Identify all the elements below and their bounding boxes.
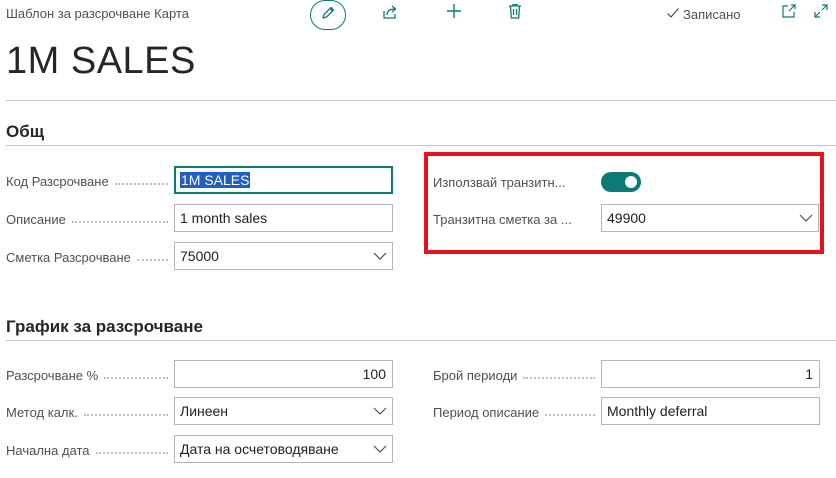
breadcrumb: Шаблон за разсрочване Карта: [6, 6, 189, 21]
percent-value: 100: [362, 366, 386, 382]
start-date-value: Дата на осчетоводяване: [180, 441, 339, 457]
share-button[interactable]: [378, 3, 402, 25]
highlight-box: [424, 152, 824, 254]
dotted-leader: [114, 183, 168, 185]
calc-method-label: Метод калк.: [6, 398, 174, 426]
calc-method-select[interactable]: Линеен: [174, 397, 393, 425]
code-label-text: Код Разсрочване: [6, 173, 109, 189]
dotted-leader: [71, 221, 168, 223]
code-value: 1M SALES: [180, 172, 251, 188]
share-icon: [381, 3, 399, 26]
dotted-leader: [545, 414, 595, 416]
percent-field[interactable]: 100: [174, 360, 393, 388]
account-value: 75000: [180, 248, 219, 264]
period-desc-field[interactable]: Monthly deferral: [601, 397, 820, 425]
checkmark-icon: [666, 6, 680, 23]
description-field[interactable]: 1 month sales: [174, 204, 393, 232]
description-label: Описание: [6, 205, 174, 233]
edit-button[interactable]: [310, 0, 346, 30]
dotted-leader: [523, 377, 595, 379]
description-label-text: Описание: [6, 211, 66, 227]
period-desc-value: Monthly deferral: [607, 403, 708, 419]
dotted-leader: [136, 259, 168, 261]
delete-button[interactable]: [503, 2, 527, 24]
calc-method-value: Линеен: [180, 403, 229, 419]
periods-label-text: Брой периоди: [433, 367, 518, 383]
open-new-window-icon: [781, 3, 797, 24]
page-title: 1M SALES: [6, 40, 196, 82]
period-desc-label-text: Период описание: [433, 404, 540, 420]
account-label-text: Сметка Разсрочване: [6, 249, 131, 265]
saved-label: Записано: [683, 7, 741, 22]
delete-icon: [507, 2, 523, 25]
description-value: 1 month sales: [180, 210, 268, 226]
dotted-leader: [104, 377, 168, 379]
start-date-label: Начална дата: [6, 436, 174, 464]
section-general-divider: [6, 145, 836, 146]
account-label: Сметка Разсрочване: [6, 243, 174, 271]
edit-icon: [320, 5, 336, 26]
code-label: Код Разсрочване: [6, 167, 174, 195]
dotted-leader: [95, 452, 168, 454]
code-field[interactable]: 1M SALES: [174, 166, 393, 194]
title-divider: [6, 100, 836, 101]
periods-label: Брой периоди: [433, 361, 601, 389]
saved-status: Записано: [666, 6, 741, 23]
dotted-leader: [83, 414, 168, 416]
open-new-window-button[interactable]: [780, 3, 798, 24]
percent-label: Разсрочване %: [6, 361, 174, 389]
chevron-down-icon: [373, 442, 387, 456]
periods-field[interactable]: 1: [601, 360, 820, 388]
chevron-down-icon: [373, 249, 387, 263]
section-general-title: Общ: [6, 122, 45, 141]
chevron-down-icon: [373, 404, 387, 418]
start-date-label-text: Начална дата: [6, 442, 90, 458]
calc-method-label-text: Метод калк.: [6, 404, 78, 420]
plus-icon: [445, 2, 463, 25]
new-button[interactable]: [442, 2, 466, 24]
expand-icon: [813, 3, 829, 24]
period-desc-label: Период описание: [433, 398, 601, 426]
account-select[interactable]: 75000: [174, 242, 393, 270]
periods-value: 1: [805, 366, 813, 382]
section-schedule-title: График за разсрочване: [6, 317, 203, 336]
section-schedule-divider: [6, 340, 836, 341]
percent-label-text: Разсрочване %: [6, 367, 99, 383]
start-date-select[interactable]: Дата на осчетоводяване: [174, 435, 393, 463]
expand-button[interactable]: [812, 3, 830, 24]
